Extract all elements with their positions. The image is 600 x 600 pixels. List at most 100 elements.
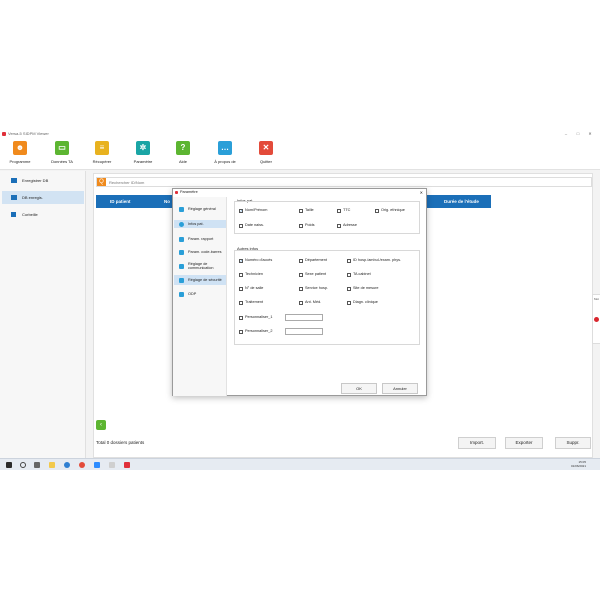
checkbox-personnaliser-1[interactable]: Personnaliser_1 (239, 315, 272, 320)
search-taskbar-icon[interactable] (20, 462, 26, 468)
sidebar-item-db-enregis[interactable]: DB enregis. (2, 191, 84, 204)
minimize-button[interactable]: – (560, 130, 572, 138)
parametre-label: Paramètre (133, 159, 153, 164)
nav-odp[interactable]: ODP (174, 290, 226, 298)
dialog-close-button[interactable]: ✕ (420, 189, 423, 196)
checkbox-adresse[interactable]: Adresse (337, 223, 357, 228)
checkbox-poids[interactable]: Poids (299, 223, 315, 228)
export-button[interactable]: Exporter (505, 437, 543, 449)
nav-label: Réglage de sécurité (188, 277, 222, 282)
search-input[interactable] (109, 179, 309, 185)
close-icon: ✕ (259, 141, 273, 155)
back-button[interactable]: ‹ (96, 420, 106, 430)
nav-reglage-communication[interactable]: Réglage de communication (174, 261, 226, 271)
side-peek-window[interactable]: Mot (592, 294, 600, 344)
checkbox-ta-cabinet[interactable]: TA cabinet (347, 272, 371, 277)
checkbox-box[interactable] (239, 300, 243, 305)
nav-label: Param. code-barres (188, 249, 222, 254)
checkbox-personnaliser-2[interactable]: Personnaliser_2 (239, 329, 272, 334)
checkbox-diagn-clinique[interactable]: Diagn. clinique (347, 300, 378, 305)
aide-button[interactable]: ? Aide (165, 141, 201, 164)
checkbox-numero-acces[interactable]: ✓ Numéro d'accès (239, 258, 272, 263)
checkbox-ttc[interactable]: TTC (337, 208, 350, 213)
checkbox-box[interactable] (299, 272, 303, 277)
checkbox-box[interactable] (337, 223, 341, 228)
checkbox-box[interactable] (299, 300, 303, 305)
import-button[interactable]: Import. (458, 437, 496, 449)
checkbox-orig-ethnique[interactable]: Orig. ethnique (375, 208, 405, 213)
checkbox-service-hosp[interactable]: Service hosp. (299, 286, 328, 291)
checkbox-box[interactable] (239, 223, 243, 228)
checkbox-ant-med[interactable]: Ant. Méd. (299, 300, 321, 305)
maximize-button[interactable]: □ (572, 130, 584, 138)
cancel-button[interactable]: Annuler (382, 383, 418, 394)
chrome-icon[interactable] (79, 462, 85, 468)
checkbox-box[interactable] (239, 329, 243, 334)
checkbox-departement[interactable]: Département (299, 258, 327, 263)
checkbox-label: Poids (305, 223, 315, 227)
search-icon[interactable]: Q (97, 178, 106, 186)
checkbox-box[interactable] (299, 286, 303, 291)
nav-reglage-general[interactable]: Réglage général (174, 205, 226, 213)
windows-start-icon[interactable] (6, 462, 12, 468)
personnaliser-1-input[interactable] (285, 314, 323, 321)
nav-reglage-securite[interactable]: Réglage de sécurité (174, 275, 226, 285)
group-infos-pat: ✓ Nom/Prénom Taille TTC Orig. ethnique Da… (234, 201, 420, 234)
close-window-button[interactable]: ✕ (584, 130, 596, 138)
person-icon (179, 221, 184, 227)
checkbox-box[interactable] (375, 208, 379, 213)
checkbox-box[interactable] (239, 315, 243, 320)
group-autres-infos: ✓ Numéro d'accès Département ID hosp./amb… (234, 250, 420, 345)
sidebar-item-enregistrer-db[interactable]: Enregistrer DB (2, 174, 84, 187)
checkbox-id-hosp[interactable]: ID hosp./ambul./exam. phys. (347, 258, 401, 263)
column-id-patient[interactable]: ID patient (110, 199, 131, 204)
personnaliser-2-input[interactable] (285, 328, 323, 335)
file-explorer-icon[interactable] (49, 462, 55, 468)
programme-button[interactable]: ☻ Programme (2, 141, 38, 164)
checkbox-sexe-patient[interactable]: Sexe patient (299, 272, 326, 277)
quitter-button[interactable]: ✕ Quitter (248, 141, 284, 164)
sidebar-item-corbeille[interactable]: Corbeille (2, 208, 84, 221)
checkbox-box[interactable] (337, 208, 341, 213)
checkbox-box[interactable]: ✓ (239, 208, 243, 213)
checkbox-site-mesure[interactable]: Site de mesure (347, 286, 379, 291)
nav-param-rapport[interactable]: Param. rapport (174, 235, 226, 243)
checkbox-box[interactable] (239, 286, 243, 291)
checkbox-traitement[interactable]: Traitement (239, 300, 263, 305)
column-nom[interactable]: No (164, 199, 170, 204)
column-duree[interactable]: Durée de l'étude (444, 199, 479, 204)
checkbox-box[interactable] (299, 208, 303, 213)
trash-icon (11, 212, 16, 217)
checkbox-date-naiss[interactable]: Date naiss. (239, 223, 264, 228)
sidpm-taskbar-icon[interactable] (124, 462, 130, 468)
checkbox-box[interactable] (347, 286, 351, 291)
recuperer-button[interactable]: ≡ Récupérer (84, 141, 120, 164)
donnees-ta-button[interactable]: ▭ Données TA (44, 141, 80, 164)
checkbox-technicien[interactable]: Technicien (239, 272, 263, 277)
delete-button[interactable]: Suppr. (555, 437, 591, 449)
search-bar: Q (96, 177, 592, 187)
checkbox-box[interactable] (299, 258, 303, 263)
checkbox-label: TA cabinet (353, 272, 371, 276)
donnees-ta-label: Données TA (51, 159, 73, 164)
task-view-icon[interactable] (34, 462, 40, 468)
checkbox-label: Orig. ethnique (381, 208, 405, 212)
checkbox-box[interactable] (299, 223, 303, 228)
ok-button[interactable]: OK (341, 383, 377, 394)
zoom-icon[interactable] (94, 462, 100, 468)
nav-infos-pat[interactable]: Infos pat. (174, 220, 226, 228)
checkbox-box[interactable]: ✓ (239, 258, 243, 263)
checkbox-taille[interactable]: Taille (299, 208, 314, 213)
a-propos-button[interactable]: … À propos de (207, 141, 243, 164)
checkbox-box[interactable] (347, 272, 351, 277)
checkbox-box[interactable] (347, 258, 351, 263)
nav-param-code-barres[interactable]: Param. code-barres (174, 247, 226, 257)
parametre-button[interactable]: ✲ Paramètre (125, 141, 161, 164)
clock-date: 01/06/2021 (570, 464, 586, 468)
checkbox-box[interactable] (347, 300, 351, 305)
app-taskbar-icon[interactable] (109, 462, 115, 468)
checkbox-nom-prenom[interactable]: ✓ Nom/Prénom (239, 208, 267, 213)
edge-icon[interactable] (64, 462, 70, 468)
checkbox-n-salle[interactable]: N° de salle (239, 286, 263, 291)
checkbox-box[interactable] (239, 272, 243, 277)
